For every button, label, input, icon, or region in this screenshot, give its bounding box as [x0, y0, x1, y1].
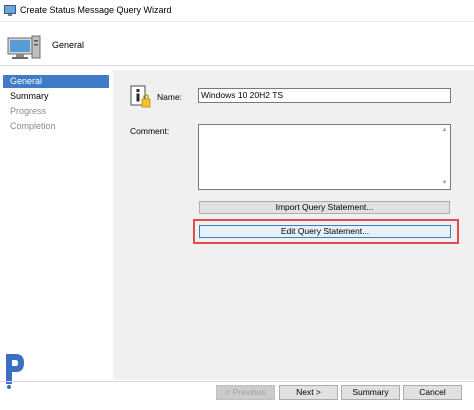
scroll-up-arrow-icon[interactable]: ▲: [440, 126, 449, 135]
import-query-statement-button[interactable]: Import Query Statement...: [199, 201, 450, 214]
properties-info-icon: [130, 85, 151, 108]
name-label: Name:: [157, 92, 183, 102]
next-button[interactable]: Next >: [279, 385, 338, 400]
comment-field[interactable]: ▲ ▼: [198, 124, 451, 190]
wizard-header: General: [0, 22, 474, 66]
summary-button[interactable]: Summary: [341, 385, 400, 400]
comment-label: Comment:: [130, 126, 170, 136]
page-title: General: [52, 40, 85, 50]
wizard-app-icon: [4, 5, 16, 16]
step-summary[interactable]: Summary: [3, 90, 109, 103]
name-field[interactable]: Windows 10 20H2 TS: [198, 88, 451, 103]
cancel-button[interactable]: Cancel: [403, 385, 462, 400]
scroll-down-arrow-icon[interactable]: ▼: [440, 179, 449, 188]
window-title: Create Status Message Query Wizard: [20, 5, 172, 15]
previous-button: < Previous: [216, 385, 275, 400]
step-progress: Progress: [10, 106, 47, 116]
footer-divider: [0, 381, 474, 382]
edit-query-statement-button[interactable]: Edit Query Statement...: [199, 225, 451, 238]
title-bar: Create Status Message Query Wizard: [0, 0, 474, 22]
brand-logo: [6, 354, 24, 389]
computer-icon: [7, 35, 41, 59]
step-general[interactable]: General: [3, 75, 109, 88]
step-completion: Completion: [10, 121, 56, 131]
wizard-steps-sidebar: General Summary Progress Completion: [0, 73, 110, 381]
